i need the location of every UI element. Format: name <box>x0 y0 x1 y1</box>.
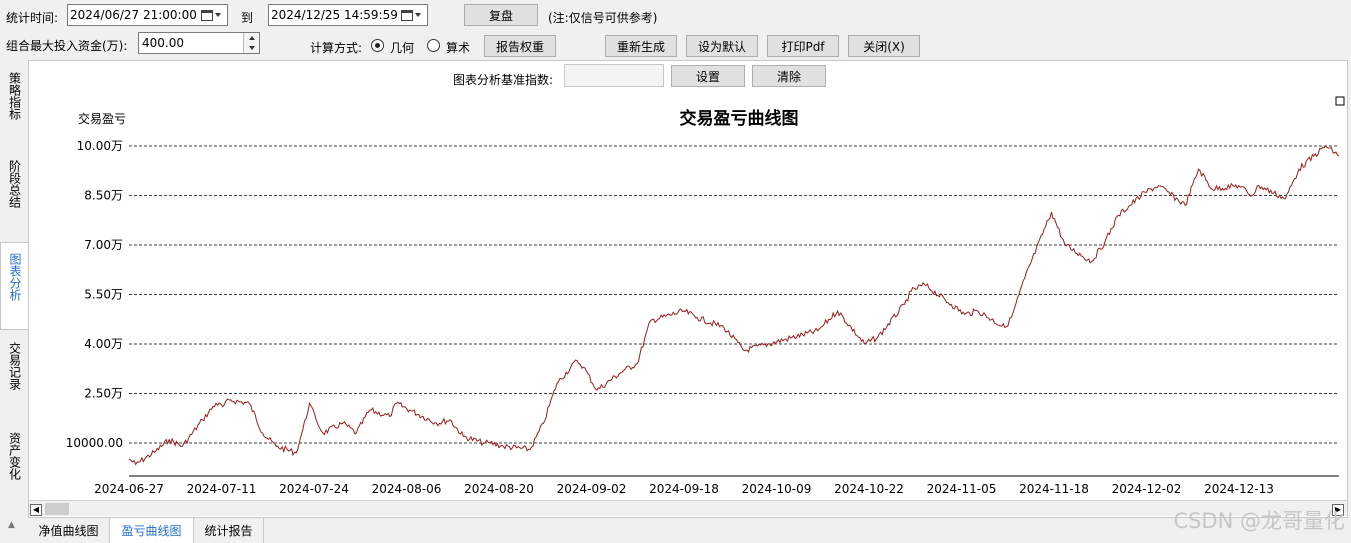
side-scroll-up-icon[interactable]: ▲ <box>8 520 15 530</box>
x-tick-label: 2024-11-18 <box>1019 482 1089 496</box>
y-tick-label: 8.50万 <box>84 189 123 203</box>
y-tick-label: 10000.00 <box>66 436 123 450</box>
set-default-button[interactable]: 设为默认 <box>686 35 758 57</box>
benchmark-set-button[interactable]: 设置 <box>671 65 745 87</box>
y-tick-label: 10.00万 <box>77 139 123 153</box>
radio-geometric[interactable] <box>371 39 384 52</box>
report-weight-button[interactable]: 报告权重 <box>484 35 556 57</box>
benchmark-label: 图表分析基准指数: <box>453 73 554 87</box>
x-tick-label: 2024-08-06 <box>372 482 442 496</box>
tab-net-value-curve[interactable]: 净值曲线图 <box>28 518 110 543</box>
max-capital-value: 400.00 <box>142 36 184 50</box>
max-capital-input[interactable]: 400.00 <box>138 32 260 54</box>
x-tick-label: 2024-06-27 <box>94 482 164 496</box>
benchmark-clear-button[interactable]: 清除 <box>752 65 826 87</box>
end-date-picker[interactable]: 2024/12/25 14:59:59 <box>268 4 428 26</box>
side-tab-trade-records[interactable]: 交易记录 <box>0 340 28 412</box>
y-tick-label: 2.50万 <box>84 387 123 401</box>
capital-stepper[interactable] <box>243 33 259 53</box>
close-button[interactable]: 关闭(X) <box>848 35 920 57</box>
to-label: 到 <box>241 11 254 25</box>
side-tab-label: 图表分析 <box>8 253 22 301</box>
note-text: (注:仅信号可供参考) <box>548 11 658 25</box>
side-tab-label: 交易记录 <box>7 342 22 390</box>
side-tab-label: 阶段总结 <box>7 160 22 208</box>
x-tick-label: 2024-10-09 <box>742 482 812 496</box>
side-tab-label: 资产变化 <box>7 432 22 480</box>
side-tab-chart-analysis[interactable]: 图表分析 <box>0 242 28 330</box>
spin-up-icon[interactable] <box>244 33 259 43</box>
pnl-line <box>128 145 1340 466</box>
tab-statistics-report[interactable]: 统计报告 <box>194 518 264 543</box>
radio-arithmetic-label: 算术 <box>446 41 471 55</box>
scrollbar-thumb[interactable] <box>45 503 69 515</box>
side-tab-label: 策略指标 <box>7 72 22 120</box>
x-tick-label: 2024-10-22 <box>834 482 904 496</box>
chart-ylabel: 交易盈亏 <box>78 111 126 126</box>
print-pdf-button[interactable]: 打印Pdf <box>767 35 839 57</box>
side-tab-stage-summary[interactable]: 阶段总结 <box>0 158 28 230</box>
pnl-chart: 交易盈亏曲线图 交易盈亏 10000.00 2.50万 4.00万 5.50万 7.00… <box>66 96 1345 496</box>
x-tick-label: 2024-12-02 <box>1112 482 1182 496</box>
start-date-value: 2024/06/27 21:00:00 <box>70 8 197 22</box>
side-tab-asset-change[interactable]: 资产变化 <box>0 430 28 502</box>
calendar-icon[interactable] <box>401 8 423 22</box>
radio-arithmetic[interactable] <box>427 39 440 52</box>
x-tick-label: 2024-11-05 <box>927 482 997 496</box>
chart-maximize-icon <box>1335 96 1345 106</box>
x-tick-label: 2024-09-02 <box>557 482 627 496</box>
horizontal-scrollbar[interactable]: ◀ ▶ <box>29 500 1347 516</box>
period-label: 统计时间: <box>6 11 59 25</box>
tab-pnl-curve[interactable]: 盈亏曲线图 <box>110 518 194 543</box>
radio-geometric-label: 几何 <box>390 41 415 55</box>
chart-title: 交易盈亏曲线图 <box>680 108 799 129</box>
x-tick-label: 2024-07-24 <box>279 482 349 496</box>
y-tick-label: 7.00万 <box>84 238 123 252</box>
scroll-left-icon[interactable]: ◀ <box>30 504 42 516</box>
calendar-icon[interactable] <box>201 8 223 22</box>
x-tick-label: 2024-08-20 <box>464 482 534 496</box>
spin-down-icon[interactable] <box>244 43 259 53</box>
y-tick-label: 4.00万 <box>84 337 123 351</box>
y-tick-label: 5.50万 <box>84 288 123 302</box>
start-date-picker[interactable]: 2024/06/27 21:00:00 <box>67 4 228 26</box>
max-capital-label: 组合最大投入资金(万): <box>6 39 128 53</box>
replay-button[interactable]: 复盘 <box>464 4 538 26</box>
benchmark-input[interactable] <box>564 64 664 87</box>
calc-method-label: 计算方式: <box>310 41 363 55</box>
watermark: CSDN @龙哥量化 <box>1173 509 1345 533</box>
x-tick-label: 2024-09-18 <box>649 482 719 496</box>
chart-panel: 图表分析基准指数: 设置 清除 交易盈亏曲线图 交易盈亏 10000.00 2.5… <box>28 60 1348 518</box>
end-date-value: 2024/12/25 14:59:59 <box>271 8 398 22</box>
x-tick-label: 2024-12-13 <box>1204 482 1274 496</box>
side-tab-strategy-metrics[interactable]: 策略指标 <box>0 70 28 142</box>
regenerate-button[interactable]: 重新生成 <box>605 35 677 57</box>
x-tick-label: 2024-07-11 <box>187 482 257 496</box>
